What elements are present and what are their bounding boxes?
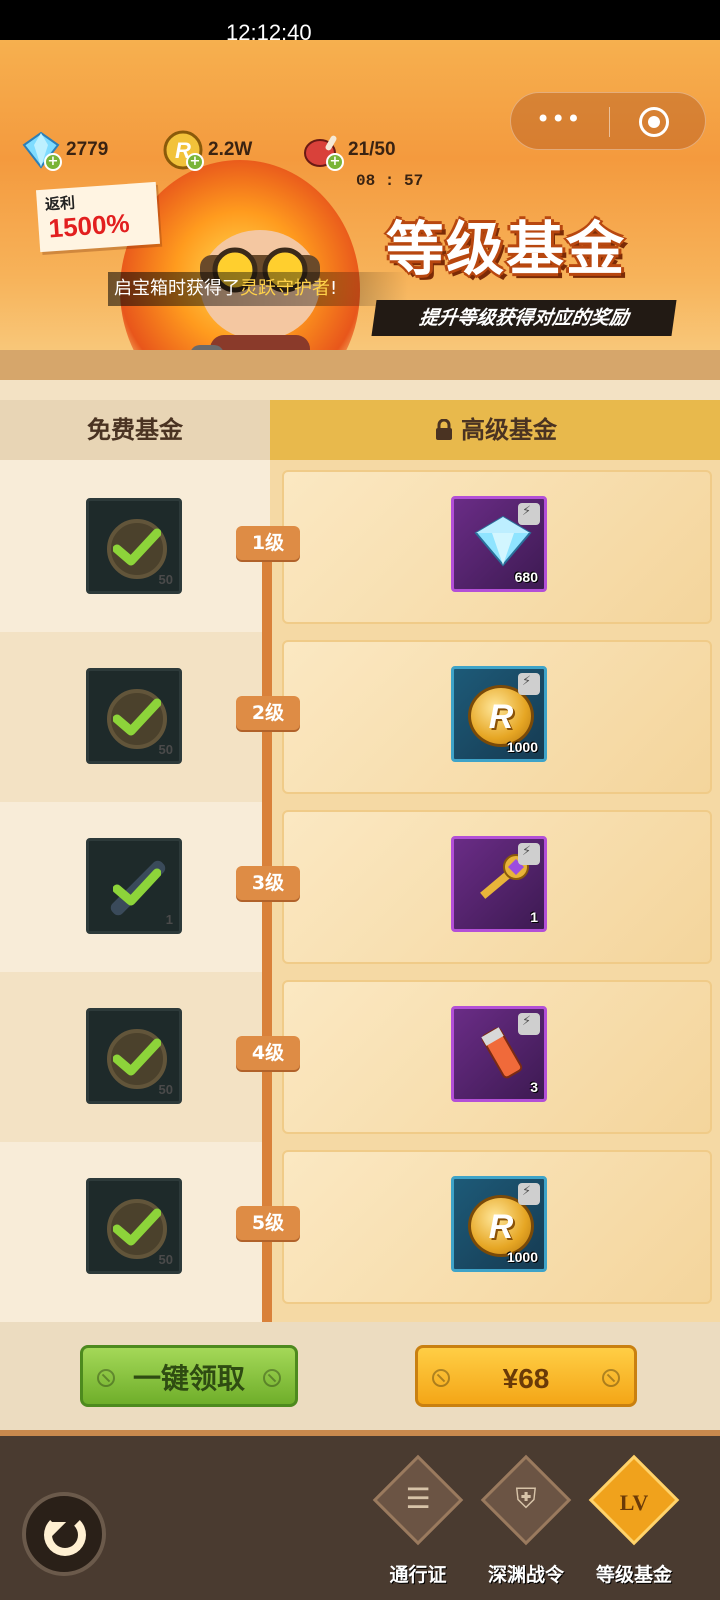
nav-pass[interactable]: ☰ 通行证 [370,1454,466,1600]
stamina-count: 21/50 [348,139,396,160]
reward-quantity: 1000 [506,739,538,755]
stamina-resource[interactable]: + 21/50 [302,129,396,171]
level-badge: 2级 [236,696,300,730]
check-icon [113,528,161,566]
more-menu-icon[interactable]: ••• [536,107,581,131]
reward-quantity: 680 [514,569,538,585]
gem-resource[interactable]: + 2779 [20,129,109,171]
lock-icon [436,419,452,440]
reward-quantity: 50 [158,1082,173,1097]
lv-badge-icon: LV [619,1490,649,1515]
notice-suffix: ! [330,278,338,299]
premium-reward-coin[interactable]: R 1000 [451,1176,547,1272]
free-reward-coin-claimed[interactable]: 50 [86,498,182,594]
free-reward-coin-claimed[interactable]: 50 [86,1178,182,1274]
gem-icon: + [20,129,62,171]
reward-quantity: 1 [530,909,538,925]
premium-reward-gem[interactable]: 680 [451,496,547,592]
shield-icon: ⛨ [515,1482,537,1515]
meat-icon: + [302,129,344,171]
reward-quantity: 50 [158,572,173,587]
level-badge: 1级 [236,526,300,560]
free-reward-key-claimed[interactable]: 1 [86,838,182,934]
purchase-price: ¥68 [502,1363,550,1394]
coin-resource[interactable]: R + 2.2W [162,129,253,171]
rebate-badge: 返利 1500% [35,181,161,253]
reward-quantity: 50 [158,742,173,757]
tab-free-fund[interactable]: 免费基金 [0,400,270,460]
add-gem-icon[interactable]: + [44,153,62,171]
locked-icon [518,843,540,865]
bottom-nav: ☰ 通行证 ⛨ 深渊战令 LV 等级基金 [0,1430,720,1600]
tab-premium-fund[interactable]: 高级基金 [270,400,720,460]
locked-icon [518,503,540,525]
level-badge: 4级 [236,1036,300,1070]
add-coin-icon[interactable]: + [186,153,204,171]
scroll-icon: ☰ [405,1482,431,1515]
disabled-icon [263,1369,281,1387]
claim-all-button[interactable]: 一键领取 [80,1345,298,1407]
close-miniapp-icon[interactable] [639,107,669,137]
nav-abyss[interactable]: ⛨ 深渊战令 [478,1454,574,1600]
premium-reward-coin[interactable]: R 1000 [451,666,547,762]
nav-level-fund[interactable]: LV 等级基金 [586,1454,682,1600]
disabled-icon [97,1369,115,1387]
gem-count: 2779 [66,139,109,160]
notice-highlight: 灵跃守护者 [240,278,330,299]
purchase-button[interactable]: ¥68 [415,1345,637,1407]
check-icon [113,1208,161,1246]
undo-arrow-icon [44,1514,86,1556]
check-icon [113,868,161,906]
reward-quantity: 1000 [506,1249,538,1265]
disabled-icon [602,1369,620,1387]
coin-icon: R + [162,129,204,171]
tab-premium-label: 高级基金 [461,416,557,444]
locked-icon [518,673,540,695]
disabled-icon [432,1369,450,1387]
reward-quantity: 1 [165,912,173,927]
add-stamina-icon[interactable]: + [326,153,344,171]
fund-panel: 免费基金 高级基金 50 1级 680 50 2级 [0,380,720,1350]
stamina-timer: 08 : 57 [356,172,424,190]
reward-quantity: 3 [530,1079,538,1095]
locked-icon [518,1013,540,1035]
premium-reward-key[interactable]: 1 [451,836,547,932]
free-reward-coin-claimed[interactable]: 50 [86,1008,182,1104]
coin-count: 2.2W [208,139,253,160]
page-subtitle: 提升等级获得对应的奖励 [371,300,677,336]
status-bar: 12:12:40 [0,0,720,45]
level-badge: 5级 [236,1206,300,1240]
level-badge: 3级 [236,866,300,900]
notice-prefix: 启宝箱时获得了 [114,278,240,299]
nav-level-fund-label: 等级基金 [595,1564,672,1586]
rebate-value: 1500% [47,207,131,244]
premium-reward-potion[interactable]: 3 [451,1006,547,1102]
capsule-divider [609,107,610,137]
back-button[interactable] [22,1492,106,1576]
nav-pass-label: 通行证 [389,1564,447,1586]
miniapp-capsule[interactable]: ••• [510,92,706,150]
check-icon [113,698,161,736]
check-icon [113,1038,161,1076]
reward-quantity: 50 [158,1252,173,1267]
broadcast-notice: 启宝箱时获得了灵跃守护者! [108,272,408,306]
locked-icon [518,1183,540,1205]
free-reward-coin-claimed[interactable]: 50 [86,668,182,764]
ground-strip [0,350,720,380]
claim-all-label: 一键领取 [132,1362,245,1395]
page-title: 等级基金 [386,215,627,283]
nav-abyss-label: 深渊战令 [487,1564,564,1586]
